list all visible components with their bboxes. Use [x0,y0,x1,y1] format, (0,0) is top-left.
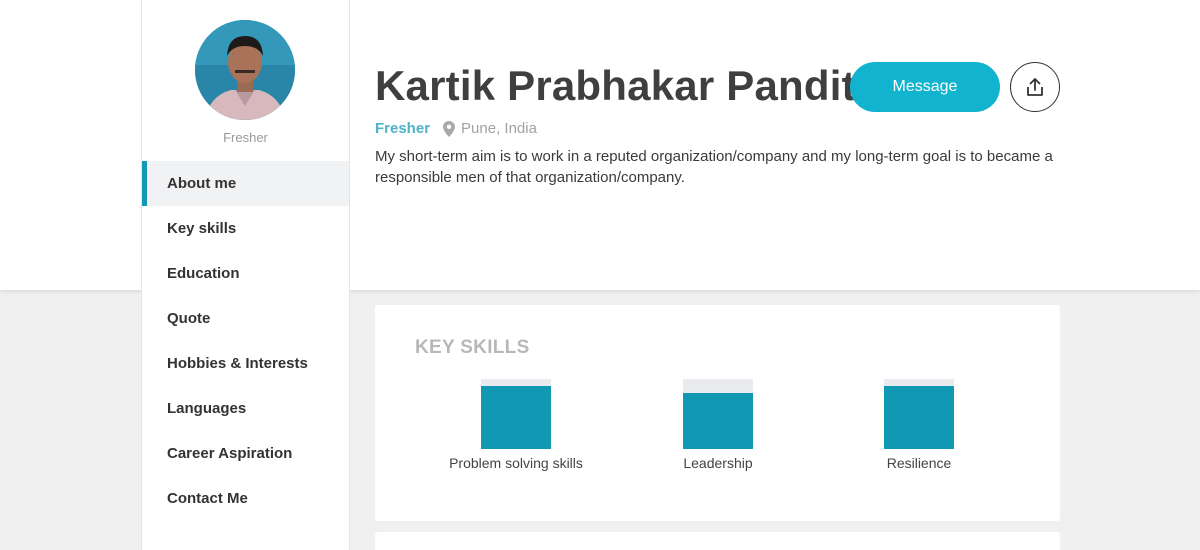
profile-bio: My short-term aim is to work in a repute… [375,148,1053,186]
sidebar-item-quote[interactable]: Quote [142,296,349,341]
skill-item: Leadership [618,379,818,471]
status-label: Fresher [375,120,431,137]
skill-meter-fill [481,386,551,449]
next-section-card [375,532,1060,550]
sidebar-item-hobbies-interests[interactable]: Hobbies & Interests [142,341,349,386]
skill-item: Resilience [819,379,1019,471]
key-skills-title: KEY SKILLS [415,337,530,358]
key-skills-card: KEY SKILLS Problem solving skills Leader… [375,305,1060,521]
sidebar-item-contact-me[interactable]: Contact Me [142,476,349,521]
sidebar-nav: About me Key skills Education Quote Hobb… [142,161,349,521]
location-text: Pune, India [461,120,537,137]
sidebar-item-key-skills[interactable]: Key skills [142,206,349,251]
share-icon [1027,78,1043,96]
skill-meter [481,379,551,449]
skill-item: Problem solving skills [416,379,616,471]
avatar [195,20,295,120]
sidebar-item-about-me[interactable]: About me [142,161,349,206]
avatar-caption: Fresher [223,130,268,145]
location-pin-icon [443,120,456,137]
share-button[interactable] [1010,62,1060,112]
skill-meter [884,379,954,449]
sidebar-item-education[interactable]: Education [142,251,349,296]
skill-label: Problem solving skills [449,455,583,471]
profile-subline: Fresher Pune, India [375,120,537,137]
message-button[interactable]: Message [850,62,1000,112]
skill-meter-fill [884,386,954,449]
sidebar: Fresher About me Key skills Education Qu… [141,0,350,550]
skill-meter-fill [683,393,753,449]
sidebar-item-career-aspiration[interactable]: Career Aspiration [142,431,349,476]
sidebar-item-languages[interactable]: Languages [142,386,349,431]
skill-meter [683,379,753,449]
profile-name: Kartik Prabhakar Pandit [375,62,856,109]
skill-label: Leadership [683,455,753,471]
skill-label: Resilience [886,455,952,471]
